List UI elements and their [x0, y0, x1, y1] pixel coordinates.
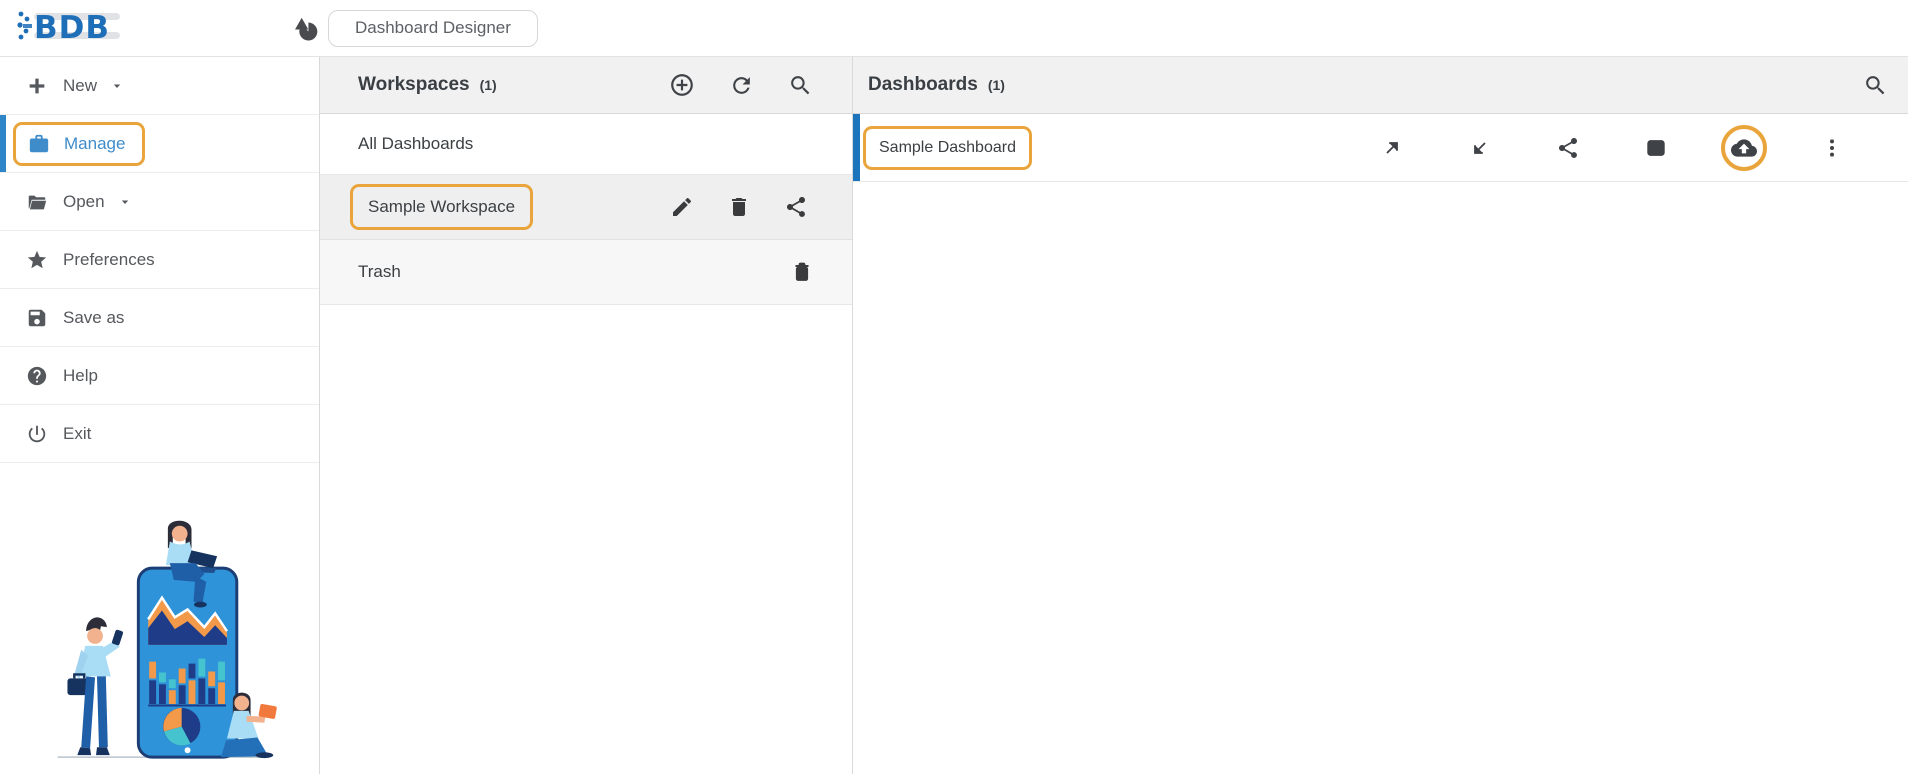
- dashboards-panel: Dashboards (1) Sample Dashboard: [853, 57, 1908, 774]
- publish-dashboard-button[interactable]: [1700, 124, 1788, 171]
- workspace-label: Trash: [358, 262, 401, 281]
- arrow-down-left-icon: [1468, 136, 1492, 160]
- move-to-workspace-button[interactable]: [1612, 136, 1700, 160]
- search-dashboards-button[interactable]: [1863, 73, 1888, 98]
- active-indicator-bar: [0, 115, 6, 172]
- dashboards-title: Dashboards: [868, 74, 978, 95]
- save-icon: [26, 307, 48, 329]
- star-icon: [26, 249, 48, 271]
- share-icon: [1556, 136, 1580, 160]
- share-icon: [784, 195, 808, 219]
- highlight-annotation-box: Sample Workspace: [350, 184, 534, 230]
- top-bar: BDB Dashboard Designer: [0, 0, 1908, 57]
- app-title-group: Dashboard Designer: [292, 9, 538, 47]
- cloud-upload-icon: [1731, 135, 1757, 161]
- briefcase-icon: [28, 133, 50, 155]
- dashboards-header: Dashboards (1): [853, 57, 1908, 114]
- delete-workspace-button[interactable]: [727, 195, 751, 219]
- sidebar-item-label: Open: [63, 191, 105, 211]
- highlight-annotation-box: Sample Dashboard: [863, 125, 1032, 170]
- edit-icon: [670, 195, 694, 219]
- selected-indicator-bar: [853, 114, 860, 181]
- refresh-icon: [729, 73, 754, 98]
- sidebar-item-new[interactable]: New: [0, 57, 319, 115]
- delete-icon: [727, 195, 751, 219]
- share-dashboard-button[interactable]: [1524, 136, 1612, 160]
- sidebar-item-label: Manage: [64, 133, 126, 153]
- sidebar-item-label: Save as: [63, 307, 125, 327]
- add-circle-icon: [669, 72, 695, 98]
- workspaces-count: (1): [479, 77, 497, 93]
- sidebar-item-save-as[interactable]: Save as: [0, 289, 319, 347]
- search-icon: [788, 73, 813, 98]
- plus-icon: [26, 75, 48, 97]
- chevron-down-icon: [113, 84, 121, 88]
- sidebar-item-label: Exit: [63, 423, 92, 443]
- bdb-logo[interactable]: BDB: [14, 5, 126, 52]
- main-layout: New Manage Open Preferences Save as Help…: [0, 57, 1908, 774]
- workspace-label: All Dashboards: [358, 134, 474, 153]
- folder-open-icon: [26, 191, 48, 213]
- dashboard-label: Sample Dashboard: [879, 138, 1016, 156]
- sidebar-item-label: New: [63, 75, 98, 95]
- app-title-chip: Dashboard Designer: [328, 9, 538, 47]
- sidebar-item-label: Preferences: [63, 249, 155, 269]
- sidebar-item-exit[interactable]: Exit: [0, 405, 319, 463]
- open-in-new-tab-button[interactable]: [1348, 136, 1436, 160]
- workspace-row-sample-workspace[interactable]: Sample Workspace: [320, 175, 852, 240]
- chevron-down-icon: [121, 200, 128, 204]
- search-icon: [1863, 73, 1888, 98]
- power-icon: [26, 423, 48, 445]
- highlight-annotation-box: Manage: [13, 121, 146, 166]
- highlight-annotation-circle: [1721, 124, 1767, 171]
- sidebar-item-open[interactable]: Open: [0, 173, 319, 231]
- arrow-up-right-icon: [1380, 136, 1404, 160]
- sidebar: New Manage Open Preferences Save as Help…: [0, 57, 320, 774]
- sidebar-item-preferences[interactable]: Preferences: [0, 231, 319, 289]
- dashboard-row-sample-dashboard[interactable]: Sample Dashboard: [853, 114, 1908, 182]
- workspace-label: Sample Workspace: [368, 197, 516, 216]
- empty-trash-icon: [790, 260, 814, 284]
- workspaces-panel: Workspaces (1) All Dashboards Sample Wor…: [320, 57, 853, 774]
- add-workspace-button[interactable]: [669, 72, 695, 98]
- dashboards-count: (1): [987, 77, 1005, 93]
- sidebar-item-label: Help: [63, 365, 98, 385]
- share-workspace-button[interactable]: [784, 195, 808, 219]
- workspace-row-trash[interactable]: Trash: [320, 240, 852, 305]
- logo-text: BDB: [34, 10, 110, 46]
- help-icon: [26, 365, 48, 387]
- workspaces-title: Workspaces: [358, 74, 470, 95]
- sidebar-item-manage[interactable]: Manage: [0, 115, 319, 173]
- more-vert-icon: [1820, 136, 1844, 160]
- more-options-button[interactable]: [1788, 136, 1876, 160]
- open-in-window-icon: [1644, 136, 1668, 160]
- sidebar-item-help[interactable]: Help: [0, 347, 319, 405]
- empty-trash-button[interactable]: [790, 260, 814, 284]
- refresh-workspaces-button[interactable]: [729, 73, 754, 98]
- workspaces-header: Workspaces (1): [320, 57, 852, 114]
- workspace-row-all-dashboards[interactable]: All Dashboards: [320, 114, 852, 175]
- pie-chart-triangle-icon: [292, 15, 319, 42]
- search-workspaces-button[interactable]: [788, 73, 813, 98]
- people-analytics-illustration: [0, 510, 319, 774]
- edit-workspace-button[interactable]: [670, 195, 694, 219]
- open-in-current-tab-button[interactable]: [1436, 136, 1524, 160]
